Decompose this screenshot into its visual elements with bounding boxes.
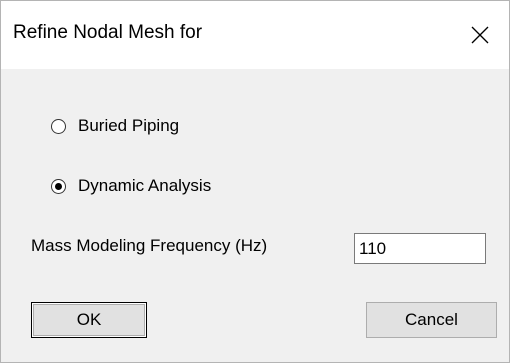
ok-button[interactable]: OK [31,302,147,338]
title-bar: Refine Nodal Mesh for [1,1,509,69]
refine-nodal-mesh-dialog: Refine Nodal Mesh for Buried Piping Dyna… [0,0,510,363]
mass-modeling-frequency-input[interactable] [354,233,486,264]
close-button[interactable] [451,1,509,69]
dynamic-analysis-label: Dynamic Analysis [78,176,212,195]
close-icon [471,26,489,44]
buried-piping-label: Buried Piping [78,116,180,135]
dynamic-analysis-option[interactable]: Dynamic Analysis [51,175,211,197]
buried-piping-option[interactable]: Buried Piping [51,115,179,137]
buried-piping-radio[interactable] [51,118,66,134]
mass-modeling-frequency-label: Mass Modeling Frequency (Hz) [31,236,268,255]
cancel-button[interactable]: Cancel [366,302,497,338]
dialog-title: Refine Nodal Mesh for [13,22,203,43]
dynamic-analysis-radio[interactable] [51,178,66,194]
